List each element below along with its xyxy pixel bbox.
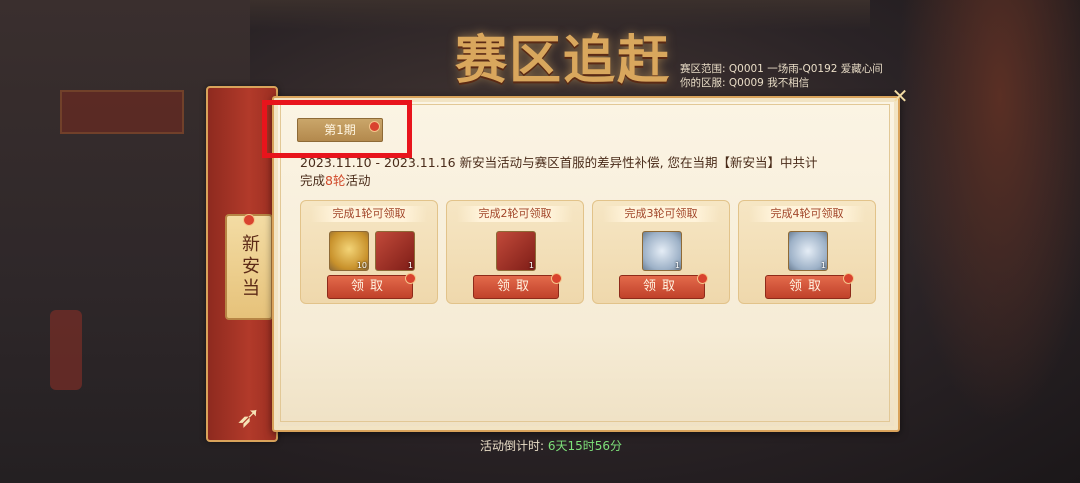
sidebar-tab-notification-dot: [243, 214, 255, 226]
gold-paper-icon[interactable]: 10: [329, 231, 369, 271]
sidebar-tab-xinandang[interactable]: 新安当: [225, 214, 273, 320]
red-chest-icon[interactable]: 1: [375, 231, 415, 271]
claim-notification-dot: [843, 273, 854, 284]
reward-card-title: 完成1轮可领取: [311, 206, 427, 222]
description-line-2: 完成8轮活动: [300, 172, 878, 190]
background-sign: [60, 90, 184, 134]
completed-rounds: 8轮: [325, 173, 346, 188]
item-quantity: 1: [674, 261, 680, 270]
countdown-value: 6天15时56分: [547, 439, 623, 453]
reward-card-title: 完成4轮可领取: [749, 206, 865, 222]
background-lantern: [50, 310, 82, 390]
description-prefix: 完成: [300, 173, 326, 188]
reward-card-title: 完成2轮可领取: [457, 206, 573, 222]
claim-notification-dot: [697, 273, 708, 284]
reward-card-title: 完成3轮可领取: [603, 206, 719, 222]
reward-card-4: 完成4轮可领取 1 领取: [738, 200, 876, 304]
claim-button[interactable]: 领取: [765, 275, 851, 299]
silver-chest-icon[interactable]: 1: [642, 231, 682, 271]
event-countdown: 活动倒计时: 6天15时56分: [480, 437, 780, 454]
highlight-box: [262, 100, 412, 158]
item-quantity: 1: [407, 261, 413, 270]
claim-notification-dot: [405, 273, 416, 284]
countdown-label: 活动倒计时:: [480, 439, 548, 453]
claim-notification-dot: [551, 273, 562, 284]
claim-button[interactable]: 领取: [619, 275, 705, 299]
description-suffix: 活动: [345, 173, 371, 188]
reward-card-2: 完成2轮可领取 1 领取: [446, 200, 584, 304]
red-chest-icon[interactable]: 1: [496, 231, 536, 271]
claim-button[interactable]: 领取: [327, 275, 413, 299]
event-description: 2023.11.10 - 2023.11.16 新安当活动与赛区首服的差异性补偿…: [300, 154, 878, 190]
item-quantity: 10: [356, 261, 367, 270]
server-range-text: 赛区范围: Q0001 一场雨-Q0192 爱藏心间: [680, 63, 883, 75]
claim-button[interactable]: 领取: [473, 275, 559, 299]
reward-card-3: 完成3轮可领取 1 领取: [592, 200, 730, 304]
corner-arrow-icon: ➶: [236, 400, 262, 435]
close-icon[interactable]: ✕: [890, 86, 910, 106]
item-quantity: 1: [820, 261, 826, 270]
background-top-bar: [250, 0, 870, 30]
event-title: 赛区追赶: [455, 30, 672, 91]
item-quantity: 1: [528, 261, 534, 270]
silver-chest-icon[interactable]: 1: [788, 231, 828, 271]
reward-card-1: 完成1轮可领取 10 1 领取: [300, 200, 438, 304]
